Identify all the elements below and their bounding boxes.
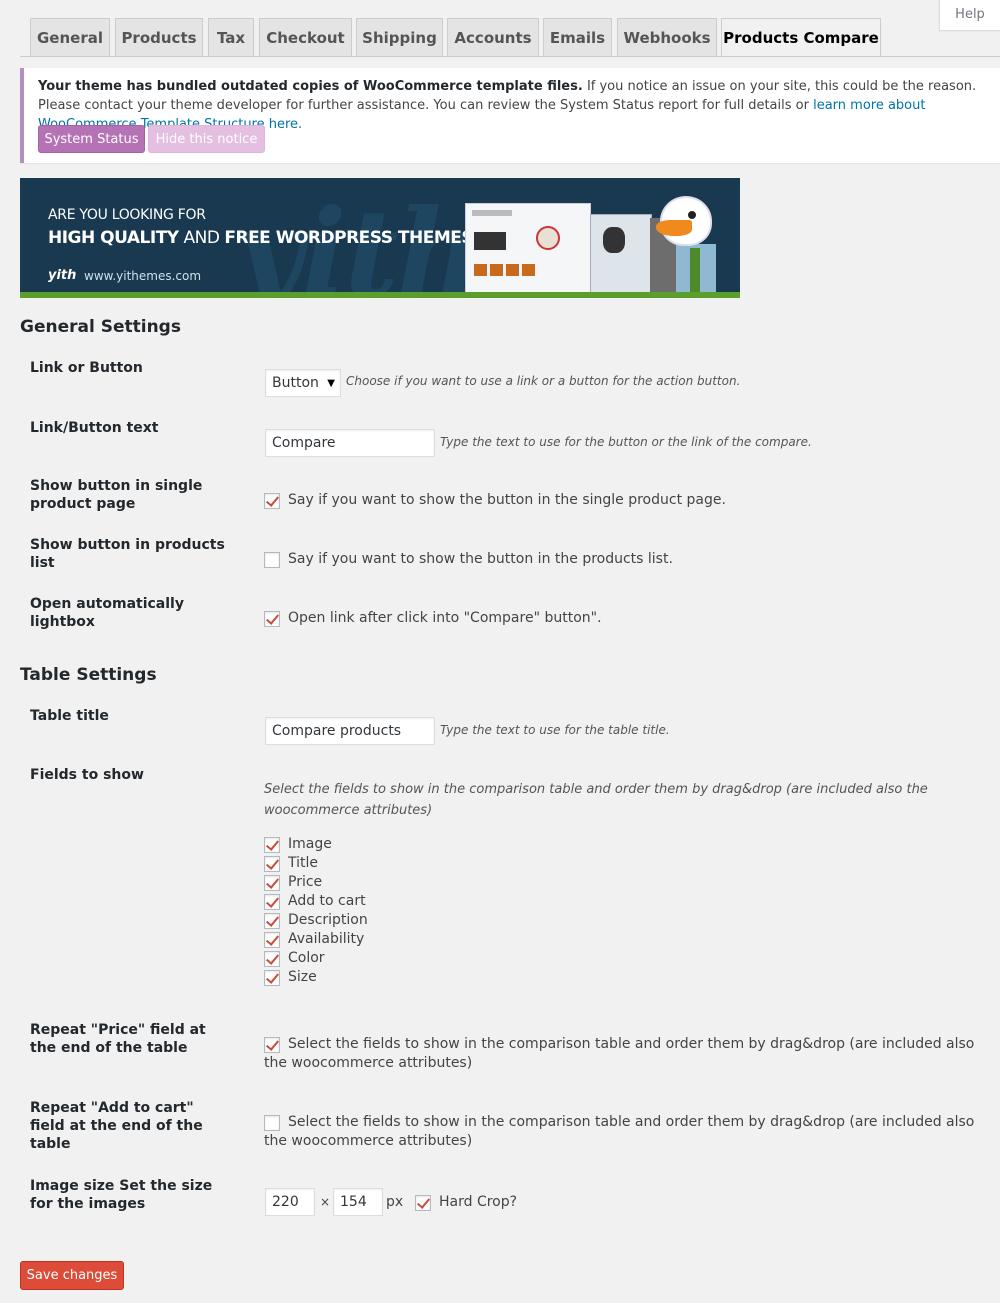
tab-checkout[interactable]: Checkout bbox=[259, 18, 352, 56]
chevron-down-icon: ▼ bbox=[327, 378, 335, 389]
field-checkbox[interactable] bbox=[264, 970, 280, 986]
tab-general[interactable]: General bbox=[30, 18, 110, 56]
button-text-label: Link/Button text bbox=[30, 420, 159, 436]
field-label: Color bbox=[288, 950, 325, 966]
field-label: Add to cart bbox=[288, 893, 366, 909]
image-width-input[interactable]: 220 bbox=[265, 1188, 315, 1216]
mascot-tie bbox=[690, 248, 700, 294]
show-list-label: Show button in products list bbox=[30, 537, 225, 571]
tab-products-compare[interactable]: Products Compare bbox=[721, 18, 881, 57]
fields-to-show-desc: Select the fields to show in the compari… bbox=[264, 782, 928, 818]
hard-crop-checkbox[interactable] bbox=[415, 1195, 431, 1211]
banner-mid: AND bbox=[178, 228, 225, 248]
table-title-label: Table title bbox=[30, 708, 109, 724]
lightbox-checkbox[interactable] bbox=[264, 611, 280, 627]
field-checkbox[interactable] bbox=[264, 932, 280, 948]
show-single-checkbox[interactable] bbox=[264, 493, 280, 509]
repeat-cart-label: Repeat "Add to cart" field at the end of… bbox=[30, 1100, 203, 1152]
table-title-desc: Type the text to use for the table title… bbox=[440, 723, 670, 737]
lightbox-text: Open link after click into "Compare" but… bbox=[288, 610, 602, 626]
mascot-beak bbox=[656, 220, 692, 236]
show-single-text: Say if you want to show the button in th… bbox=[288, 492, 726, 508]
banner-line2: HIGH QUALITY AND FREE WORDPRESS THEMES? bbox=[48, 228, 483, 248]
button-text-input[interactable]: Compare bbox=[265, 429, 435, 457]
link-or-button-select[interactable]: Button ▼ bbox=[265, 369, 341, 397]
hide-notice-button[interactable]: Hide this notice bbox=[148, 125, 265, 153]
yithemes-banner[interactable]: yith ARE YOU LOOKING FOR HIGH QUALITY AN… bbox=[20, 178, 740, 298]
theme-screenshot-2 bbox=[590, 214, 652, 298]
image-size-label: Image size Set the size for the images bbox=[30, 1178, 213, 1212]
tabs-divider bbox=[20, 56, 1000, 57]
help-tab[interactable]: Help bbox=[939, 0, 1000, 31]
template-notice: Your theme has bundled outdated copies o… bbox=[20, 68, 1000, 163]
general-settings-heading: General Settings bbox=[20, 317, 181, 337]
field-label: Price bbox=[288, 874, 323, 890]
field-checkbox[interactable] bbox=[264, 875, 280, 891]
notice-bold-text: Your theme has bundled outdated copies o… bbox=[38, 79, 583, 94]
field-checkbox[interactable] bbox=[264, 951, 280, 967]
banner-green-strip bbox=[20, 292, 740, 298]
tab-shipping[interactable]: Shipping bbox=[356, 18, 443, 56]
field-label: Availability bbox=[288, 931, 365, 947]
link-or-button-label: Link or Button bbox=[30, 360, 143, 376]
banner-bold-1: HIGH QUALITY bbox=[48, 228, 179, 248]
px-unit: px bbox=[386, 1194, 404, 1210]
lightbox-label: Open automatically lightbox bbox=[30, 596, 184, 630]
tab-tax[interactable]: Tax bbox=[208, 18, 254, 56]
repeat-cart-text: Select the fields to show in the compari… bbox=[264, 1114, 975, 1149]
tab-accounts[interactable]: Accounts bbox=[447, 18, 539, 56]
field-checkbox[interactable] bbox=[264, 913, 280, 929]
show-single-label: Show button in single product page bbox=[30, 478, 203, 512]
banner-url: www.yithemes.com bbox=[84, 269, 202, 283]
yith-logo: yith bbox=[48, 268, 77, 283]
image-height-input[interactable]: 154 bbox=[333, 1188, 383, 1216]
show-list-checkbox[interactable] bbox=[264, 552, 280, 568]
save-changes-button[interactable]: Save changes bbox=[20, 1261, 124, 1290]
field-checkbox[interactable] bbox=[264, 894, 280, 910]
show-list-text: Say if you want to show the button in th… bbox=[288, 551, 673, 567]
fields-to-show-label: Fields to show bbox=[30, 767, 144, 783]
tab-webhooks[interactable]: Webhooks bbox=[617, 18, 717, 56]
field-label: Image bbox=[288, 836, 332, 852]
tab-emails[interactable]: Emails bbox=[543, 18, 612, 56]
field-checkbox[interactable] bbox=[264, 837, 280, 853]
repeat-price-label: Repeat "Price" field at the end of the t… bbox=[30, 1022, 206, 1056]
field-checkbox[interactable] bbox=[264, 856, 280, 872]
field-label: Size bbox=[288, 969, 317, 985]
field-label: Description bbox=[288, 912, 368, 928]
banner-line1: ARE YOU LOOKING FOR bbox=[48, 207, 206, 223]
table-settings-heading: Table Settings bbox=[20, 665, 157, 685]
banner-bold-2: FREE WORDPRESS THEMES? bbox=[224, 228, 483, 248]
theme-screenshot-1 bbox=[465, 203, 591, 298]
system-status-button[interactable]: System Status bbox=[38, 125, 145, 153]
times-sign: × bbox=[320, 1195, 331, 1209]
repeat-price-text: Select the fields to show in the compari… bbox=[264, 1036, 975, 1071]
link-or-button-value: Button bbox=[272, 375, 319, 391]
table-title-input[interactable]: Compare products bbox=[265, 717, 435, 745]
mascot-eye bbox=[688, 211, 696, 219]
link-or-button-desc: Choose if you want to use a link or a bu… bbox=[346, 374, 741, 388]
hard-crop-label: Hard Crop? bbox=[439, 1194, 518, 1210]
tab-products[interactable]: Products bbox=[115, 18, 203, 56]
field-label: Title bbox=[288, 855, 319, 871]
button-text-desc: Type the text to use for the button or t… bbox=[440, 435, 812, 449]
